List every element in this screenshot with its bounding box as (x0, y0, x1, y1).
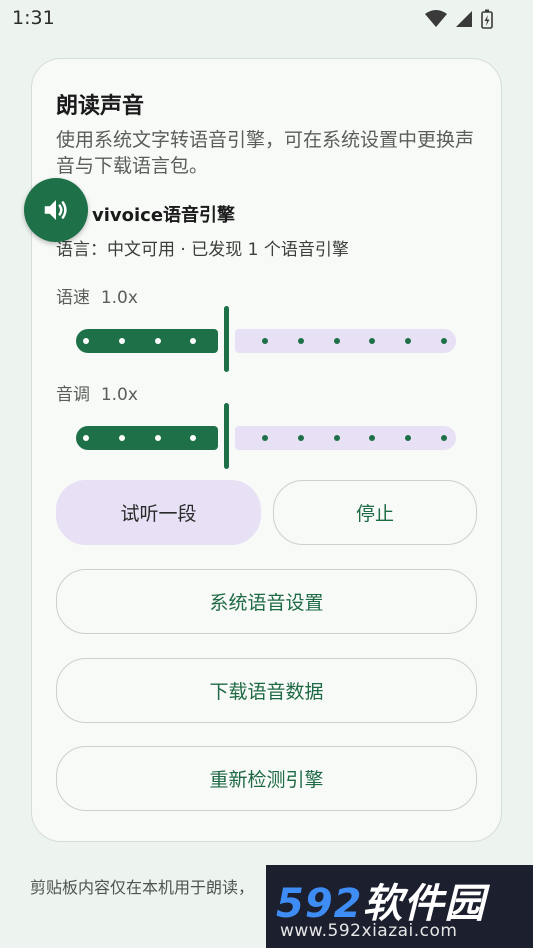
redetect-engine-button[interactable]: 重新检测引擎 (56, 746, 477, 811)
pitch-slider-active-track (76, 426, 218, 450)
card-title: 朗读声音 (56, 94, 145, 119)
pitch-slider-tick (441, 435, 447, 441)
rate-slider-tick (118, 338, 125, 344)
download-voice-data-button[interactable]: 下载语音数据 (56, 658, 477, 723)
stop-button[interactable]: 停止 (273, 480, 477, 545)
language-info: 语言：中文可用 · 已发现 1 个语音引擎 (56, 240, 349, 260)
pitch-slider-tick (333, 435, 340, 441)
pitch-slider[interactable] (76, 403, 456, 473)
pitch-slider-tick (262, 435, 268, 441)
pitch-label: 音调 (56, 385, 90, 405)
system-tts-settings-button[interactable]: 系统语音设置 (56, 569, 477, 634)
pitch-label-row: 音调 1.0x (56, 380, 138, 405)
pitch-slider-tick (297, 435, 304, 441)
wifi-icon (425, 10, 447, 27)
cell-signal-icon (456, 11, 472, 27)
footer-note: 剪贴板内容仅在本机用于朗读， (30, 878, 255, 897)
speak-fab-button[interactable] (24, 178, 88, 242)
watermark-logo: 592软件园 www.592xiazai.com (266, 865, 533, 948)
rate-value: 1.0x (100, 288, 138, 308)
rate-slider-tick (297, 338, 304, 344)
pitch-slider-thumb[interactable] (224, 403, 229, 469)
status-time: 1:31 (12, 7, 55, 29)
volume-icon (44, 200, 67, 220)
rate-slider-active-track (76, 329, 218, 353)
pitch-slider-tick (118, 435, 125, 441)
rate-slider-tick (333, 338, 340, 344)
rate-slider-thumb[interactable] (224, 306, 229, 372)
rate-slider-inactive-track (235, 329, 456, 353)
pitch-value: 1.0x (100, 385, 138, 405)
pitch-slider-inactive-track (235, 426, 456, 450)
rate-label-row: 语速 1.0x (56, 283, 138, 308)
rate-slider[interactable] (76, 306, 456, 376)
card-description: 使用系统文字转语音引擎，可在系统设置中更换声音与下载语言包。 (56, 129, 475, 177)
rate-slider-tick (262, 338, 268, 344)
pitch-slider-tick (154, 435, 161, 441)
rate-slider-tick (83, 338, 89, 344)
rate-label: 语速 (56, 288, 90, 308)
pitch-slider-tick (83, 435, 89, 441)
status-bar: 1:31 (0, 0, 533, 38)
rate-slider-tick (154, 338, 161, 344)
status-icons (425, 9, 493, 29)
rate-slider-tick (441, 338, 447, 344)
preview-button[interactable]: 试听一段 (56, 480, 261, 545)
battery-icon (481, 9, 493, 29)
watermark-url: www.592xiazai.com (280, 921, 458, 941)
